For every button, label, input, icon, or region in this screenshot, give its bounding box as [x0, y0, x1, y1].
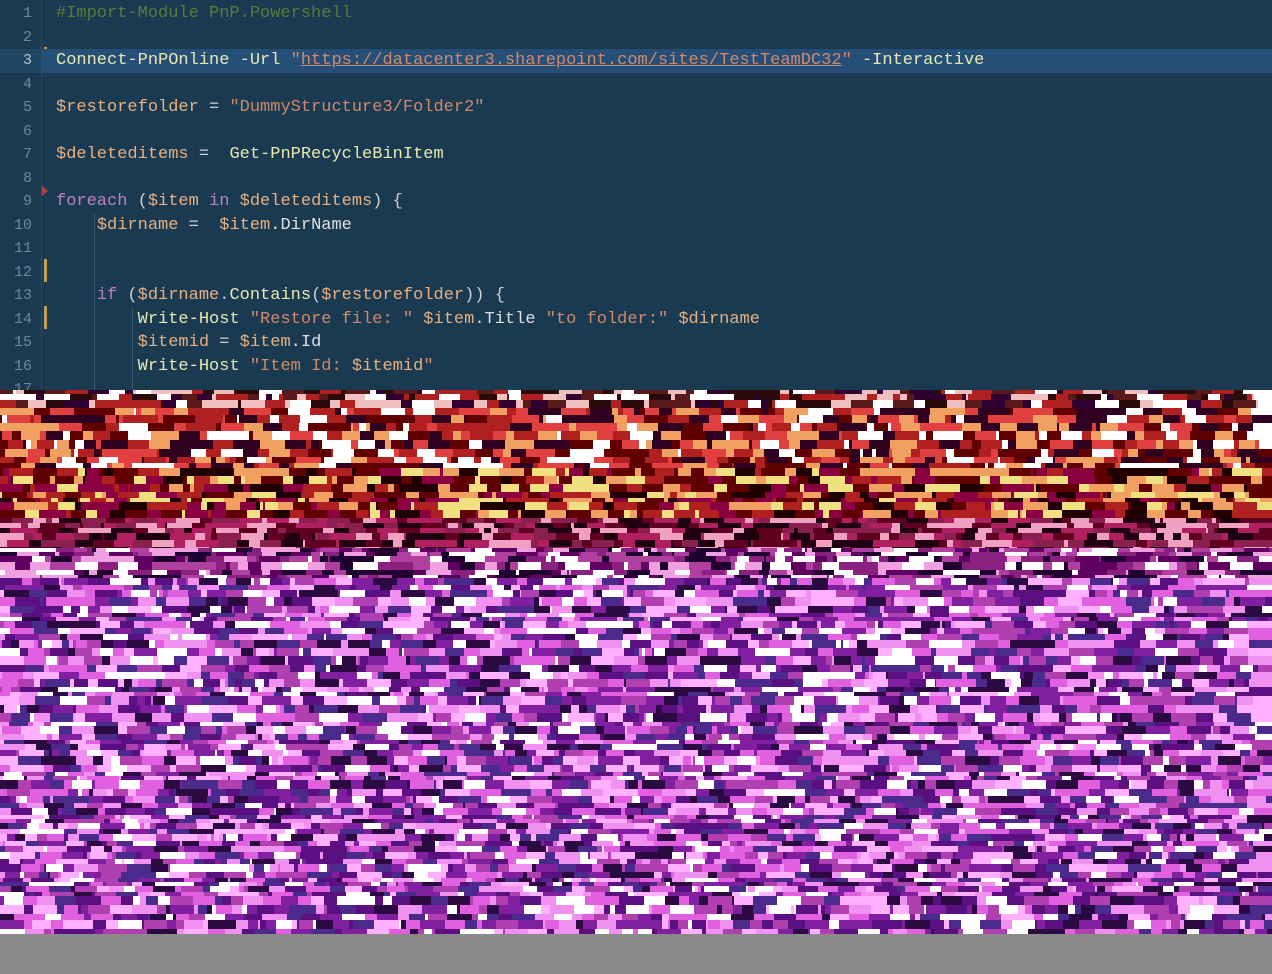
code-line: [56, 26, 1272, 50]
code-line: [56, 237, 1272, 261]
punct-token: (: [311, 286, 321, 305]
code-line: foreach ($item in $deleteditems) {: [56, 190, 1272, 214]
variable-token: $item: [219, 216, 270, 235]
punct-token: (: [117, 286, 137, 305]
code-line: [56, 261, 1272, 285]
keyword-token: in: [199, 192, 240, 211]
property-token: .DirName: [270, 216, 352, 235]
code-line: if ($dirname.Contains($restorefolder)) {: [56, 284, 1272, 308]
line-number: 1: [0, 2, 42, 26]
code-line: [56, 167, 1272, 191]
line-number: 4: [0, 73, 42, 97]
string-token: "Restore file: ": [250, 310, 413, 329]
code-line: Write-Host "Item Id: $itemid": [56, 355, 1272, 379]
keyword-token: if: [97, 286, 117, 305]
line-number: 3: [0, 49, 42, 73]
line-number: 11: [0, 237, 42, 261]
cmdlet-token: Connect-PnPOnline: [56, 51, 229, 70]
keyword-token: foreach: [56, 192, 127, 211]
line-number: 12: [0, 261, 42, 285]
line-number: 8: [0, 167, 42, 191]
line-number: 7: [0, 143, 42, 167]
line-number: 6: [0, 120, 42, 144]
method-token: Contains: [229, 286, 311, 305]
punct-token: )) {: [464, 286, 505, 305]
code-line: $dirname = $item.DirName: [56, 214, 1272, 238]
code-line: $restorefolder = "DummyStructure3/Folder…: [56, 96, 1272, 120]
operator-token: =: [178, 216, 219, 235]
param-token: -Interactive: [862, 51, 984, 70]
cmdlet-token: Get-PnPRecycleBinItem: [229, 145, 443, 164]
variable-token: $restorefolder: [56, 98, 199, 117]
variable-token: $dirname: [97, 216, 179, 235]
code-line: #Import-Module PnP.Powershell: [56, 2, 1272, 26]
property-token: .Title: [474, 310, 535, 329]
punct-token: ) {: [372, 192, 403, 211]
footer-gray-bar: [0, 934, 1272, 974]
comment-token: #Import-Module PnP.Powershell: [56, 4, 352, 23]
string-token: ": [842, 51, 852, 70]
property-token: .Id: [291, 333, 322, 352]
code-line: [56, 73, 1272, 97]
corrupted-region: [0, 390, 1272, 974]
string-token: "Item Id:: [250, 357, 352, 376]
variable-token: $itemid: [352, 357, 423, 376]
variable-token: $item: [423, 310, 474, 329]
variable-token: $deleteditems: [240, 192, 373, 211]
line-number: 16: [0, 355, 42, 379]
line-number: 10: [0, 214, 42, 238]
code-line-selected: Connect-PnPOnline -Url "https://datacent…: [56, 49, 1272, 73]
url-token: https://datacenter3.sharepoint.com/sites…: [301, 51, 842, 70]
code-line: $itemid = $item.Id: [56, 331, 1272, 355]
code-line: [56, 120, 1272, 144]
operator-token: =: [199, 98, 230, 117]
line-number: 14: [0, 308, 42, 332]
string-token: ": [291, 51, 301, 70]
variable-token: $dirname: [678, 310, 760, 329]
line-number: 5: [0, 96, 42, 120]
cmdlet-token: Write-Host: [138, 310, 240, 329]
variable-token: $item: [148, 192, 199, 211]
line-number: 13: [0, 284, 42, 308]
variable-token: $restorefolder: [321, 286, 464, 305]
cmdlet-token: Write-Host: [138, 357, 240, 376]
punct-token: (: [127, 192, 147, 211]
variable-token: $item: [240, 333, 291, 352]
string-token: ": [423, 357, 433, 376]
line-number: 9: [0, 190, 42, 214]
line-number: 15: [0, 331, 42, 355]
string-token: "DummyStructure3/Folder2": [229, 98, 484, 117]
punct-token: .: [219, 286, 229, 305]
string-token: "to folder:": [546, 310, 668, 329]
variable-token: $dirname: [138, 286, 220, 305]
code-line: Write-Host "Restore file: " $item.Title …: [56, 308, 1272, 332]
param-token: -Url: [240, 51, 281, 70]
operator-token: =: [209, 333, 240, 352]
variable-token: $deleteditems: [56, 145, 189, 164]
variable-token: $itemid: [138, 333, 209, 352]
line-number: 2: [0, 26, 42, 50]
code-line: $deleteditems = Get-PnPRecycleBinItem: [56, 143, 1272, 167]
operator-token: =: [189, 145, 230, 164]
